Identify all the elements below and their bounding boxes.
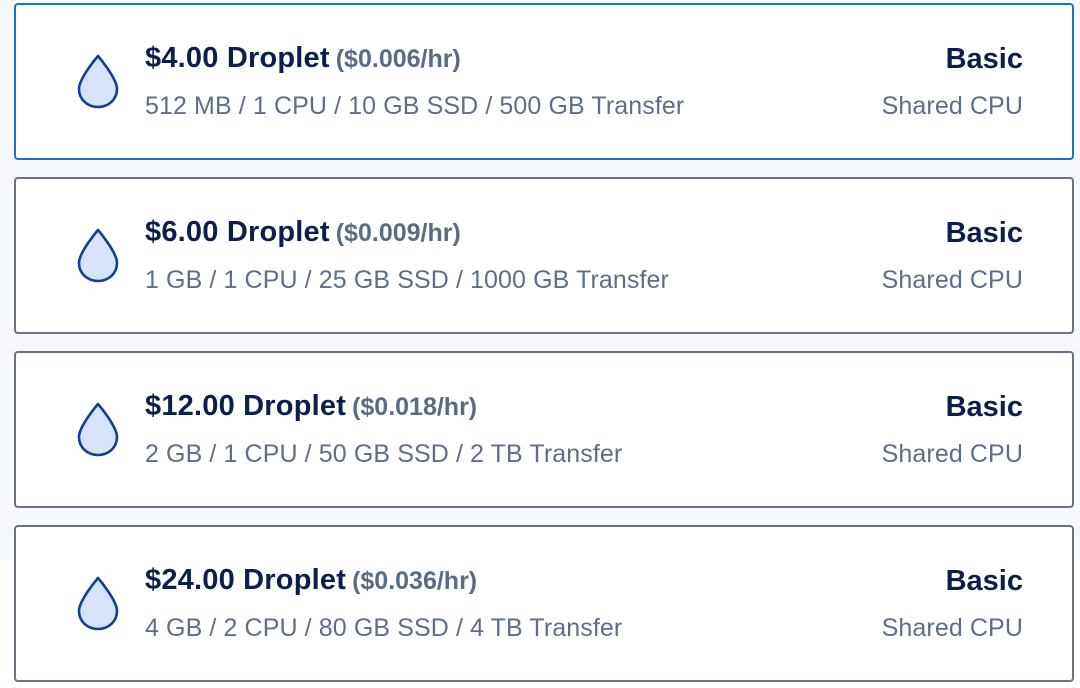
plan-cpu-type: Shared CPU <box>881 440 1023 468</box>
droplet-icon <box>77 54 119 109</box>
plan-price: $4.00 Droplet <box>145 42 330 74</box>
plan-specs: 512 MB / 1 CPU / 10 GB SSD / 500 GB Tran… <box>145 92 685 120</box>
droplet-plan-list: $4.00 Droplet ($0.006/hr) 512 MB / 1 CPU … <box>0 0 1080 688</box>
plan-price: $24.00 Droplet <box>145 564 347 596</box>
plan-tier: Basic <box>945 391 1023 423</box>
plan-hourly-price: ($0.009/hr) <box>335 219 461 247</box>
droplet-icon <box>77 402 119 457</box>
plan-title: $4.00 Droplet ($0.006/hr) <box>145 42 461 75</box>
plan-cpu-type: Shared CPU <box>881 266 1023 294</box>
plan-card-24-dollar[interactable]: $24.00 Droplet ($0.036/hr) 4 GB / 2 CPU /… <box>14 525 1074 682</box>
plan-card-12-dollar[interactable]: $12.00 Droplet ($0.018/hr) 2 GB / 1 CPU /… <box>14 351 1074 508</box>
plan-tier: Basic <box>945 43 1023 75</box>
plan-price: $12.00 Droplet <box>145 390 347 422</box>
droplet-icon <box>77 576 119 631</box>
plan-card-6-dollar[interactable]: $6.00 Droplet ($0.009/hr) 1 GB / 1 CPU / … <box>14 177 1074 334</box>
plan-tier: Basic <box>945 217 1023 249</box>
plan-title: $12.00 Droplet ($0.018/hr) <box>145 390 477 423</box>
plan-title: $6.00 Droplet ($0.009/hr) <box>145 216 461 249</box>
droplet-icon <box>77 228 119 283</box>
plan-cpu-type: Shared CPU <box>881 614 1023 642</box>
plan-specs: 4 GB / 2 CPU / 80 GB SSD / 4 TB Transfer <box>145 614 623 642</box>
plan-hourly-price: ($0.006/hr) <box>335 45 461 73</box>
plan-specs: 2 GB / 1 CPU / 50 GB SSD / 2 TB Transfer <box>145 440 623 468</box>
plan-tier: Basic <box>945 565 1023 597</box>
plan-hourly-price: ($0.036/hr) <box>352 567 478 595</box>
plan-specs: 1 GB / 1 CPU / 25 GB SSD / 1000 GB Trans… <box>145 266 669 294</box>
plan-hourly-price: ($0.018/hr) <box>352 393 478 421</box>
plan-title: $24.00 Droplet ($0.036/hr) <box>145 564 477 597</box>
plan-price: $6.00 Droplet <box>145 216 330 248</box>
plan-card-4-dollar[interactable]: $4.00 Droplet ($0.006/hr) 512 MB / 1 CPU … <box>14 3 1074 160</box>
plan-cpu-type: Shared CPU <box>881 92 1023 120</box>
